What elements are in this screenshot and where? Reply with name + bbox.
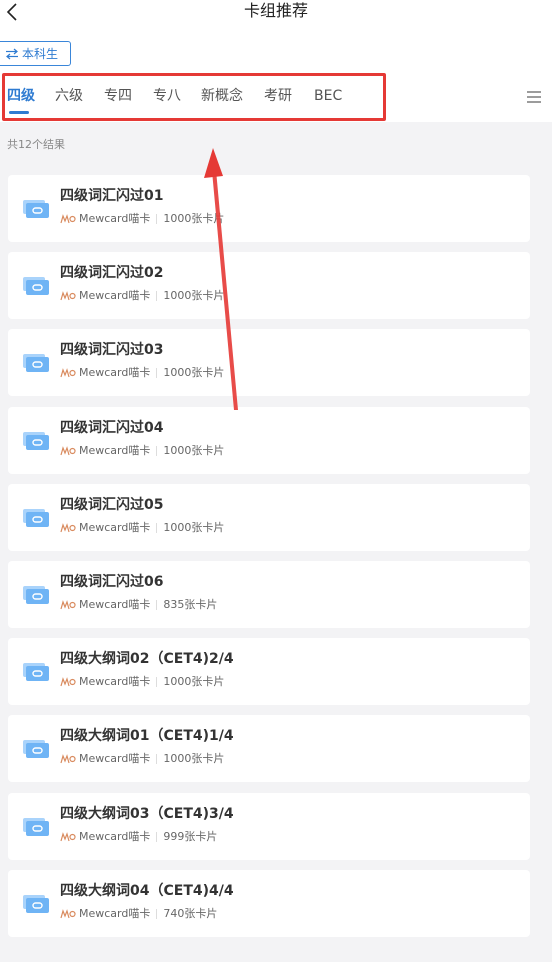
deck-meta: Mewcard喵卡 1000张卡片 bbox=[60, 521, 224, 535]
card-deck-icon bbox=[23, 354, 49, 372]
tab-new-concept[interactable]: 新概念 bbox=[201, 86, 243, 106]
deck-brand: Mewcard喵卡 bbox=[79, 830, 151, 843]
deck-meta: Mewcard喵卡 999张卡片 bbox=[60, 830, 217, 844]
deck-card-count: 1000张卡片 bbox=[163, 521, 225, 534]
deck-title: 四级大纲词03（CET4)3/4 bbox=[60, 806, 234, 822]
tab-tem4[interactable]: 专四 bbox=[104, 86, 132, 106]
page-title: 卡组推荐 bbox=[243, 1, 308, 20]
deck-card-count: 1000张卡片 bbox=[163, 289, 225, 302]
tab-tem8[interactable]: 专八 bbox=[153, 86, 181, 106]
deck-card[interactable]: 四级大纲词03（CET4)3/4 Mewcard喵卡 999张卡片 bbox=[8, 793, 530, 860]
deck-card[interactable]: 四级大纲词02（CET4)2/4 Mewcard喵卡 1000张卡片 bbox=[8, 638, 530, 705]
mewcard-logo bbox=[60, 677, 76, 687]
deck-card[interactable]: 四级词汇闪过03 Mewcard喵卡 1000张卡片 bbox=[8, 329, 530, 396]
deck-brand: Mewcard喵卡 bbox=[79, 752, 151, 765]
deck-card-count: 1000张卡片 bbox=[163, 675, 225, 688]
deck-title: 四级大纲词01（CET4)1/4 bbox=[60, 728, 234, 744]
deck-brand: Mewcard喵卡 bbox=[79, 366, 151, 379]
tab-postgrad[interactable]: 考研 bbox=[264, 86, 292, 106]
deck-brand: Mewcard喵卡 bbox=[79, 598, 151, 611]
switch-level-label: 本科生 bbox=[22, 47, 59, 61]
category-tabs: 四级 六级 专四 专八 新概念 考研 BEC bbox=[0, 74, 520, 120]
deck-card[interactable]: 四级词汇闪过05 Mewcard喵卡 1000张卡片 bbox=[8, 484, 530, 551]
deck-brand: Mewcard喵卡 bbox=[79, 444, 151, 457]
deck-meta: Mewcard喵卡 1000张卡片 bbox=[60, 289, 224, 303]
deck-card[interactable]: 四级词汇闪过02 Mewcard喵卡 1000张卡片 bbox=[8, 252, 530, 319]
mewcard-logo bbox=[60, 600, 76, 610]
deck-title: 四级词汇闪过01 bbox=[60, 188, 164, 204]
deck-meta: Mewcard喵卡 740张卡片 bbox=[60, 907, 217, 921]
deck-card-count: 740张卡片 bbox=[163, 907, 218, 920]
deck-brand: Mewcard喵卡 bbox=[79, 289, 151, 302]
deck-card-count: 1000张卡片 bbox=[163, 444, 225, 457]
meta-divider bbox=[156, 832, 158, 842]
meta-divider bbox=[156, 677, 158, 687]
meta-divider bbox=[156, 754, 158, 764]
tab-cet6[interactable]: 六级 bbox=[55, 86, 83, 106]
deck-meta: Mewcard喵卡 1000张卡片 bbox=[60, 444, 224, 458]
deck-brand: Mewcard喵卡 bbox=[79, 212, 151, 225]
tab-bec[interactable]: BEC bbox=[314, 86, 342, 106]
card-deck-icon bbox=[23, 586, 49, 604]
deck-title: 四级词汇闪过06 bbox=[60, 574, 164, 590]
deck-card-count: 1000张卡片 bbox=[163, 752, 225, 765]
mewcard-logo bbox=[60, 368, 76, 378]
deck-title: 四级词汇闪过05 bbox=[60, 497, 164, 513]
deck-card[interactable]: 四级词汇闪过06 Mewcard喵卡 835张卡片 bbox=[8, 561, 530, 628]
card-deck-icon bbox=[23, 200, 49, 218]
deck-title: 四级大纲词04（CET4)4/4 bbox=[60, 883, 234, 899]
mewcard-logo bbox=[60, 446, 76, 456]
deck-title: 四级词汇闪过02 bbox=[60, 265, 164, 281]
tabs-menu-button[interactable] bbox=[526, 89, 542, 103]
deck-meta: Mewcard喵卡 1000张卡片 bbox=[60, 675, 224, 689]
deck-meta: Mewcard喵卡 1000张卡片 bbox=[60, 366, 224, 380]
meta-divider bbox=[156, 909, 158, 919]
deck-title: 四级词汇闪过03 bbox=[60, 342, 164, 358]
deck-title: 四级词汇闪过04 bbox=[60, 420, 164, 436]
deck-card-count: 1000张卡片 bbox=[163, 366, 225, 379]
mewcard-logo bbox=[60, 214, 76, 224]
mewcard-logo bbox=[60, 291, 76, 301]
deck-card[interactable]: 四级词汇闪过01 Mewcard喵卡 1000张卡片 bbox=[8, 175, 530, 242]
result-count: 共12个结果 bbox=[7, 138, 65, 151]
hamburger-menu-icon bbox=[527, 91, 541, 103]
swap-arrows-icon bbox=[6, 48, 18, 59]
mewcard-logo bbox=[60, 754, 76, 764]
deck-card-count: 1000张卡片 bbox=[163, 212, 225, 225]
card-deck-icon bbox=[23, 432, 49, 450]
deck-title: 四级大纲词02（CET4)2/4 bbox=[60, 651, 234, 667]
card-deck-icon bbox=[23, 740, 49, 758]
mewcard-logo bbox=[60, 909, 76, 919]
deck-brand: Mewcard喵卡 bbox=[79, 521, 151, 534]
deck-brand: Mewcard喵卡 bbox=[79, 675, 151, 688]
deck-card[interactable]: 四级大纲词04（CET4)4/4 Mewcard喵卡 740张卡片 bbox=[8, 870, 530, 937]
deck-card-count: 999张卡片 bbox=[163, 830, 218, 843]
switch-level-button[interactable]: 本科生 bbox=[0, 41, 71, 66]
meta-divider bbox=[156, 600, 158, 610]
card-deck-icon bbox=[23, 277, 49, 295]
mewcard-logo bbox=[60, 523, 76, 533]
card-deck-icon bbox=[23, 509, 49, 527]
header: 卡组推荐 本科生 四级 六级 专四 专八 新概念 考研 BEC bbox=[0, 0, 552, 122]
card-deck-icon bbox=[23, 663, 49, 681]
meta-divider bbox=[156, 368, 158, 378]
deck-card-count: 835张卡片 bbox=[163, 598, 218, 611]
deck-meta: Mewcard喵卡 835张卡片 bbox=[60, 598, 217, 612]
deck-card[interactable]: 四级词汇闪过04 Mewcard喵卡 1000张卡片 bbox=[8, 407, 530, 474]
card-deck-icon bbox=[23, 818, 49, 836]
meta-divider bbox=[156, 523, 158, 533]
deck-meta: Mewcard喵卡 1000张卡片 bbox=[60, 212, 224, 226]
deck-meta: Mewcard喵卡 1000张卡片 bbox=[60, 752, 224, 766]
meta-divider bbox=[156, 291, 158, 301]
meta-divider bbox=[156, 446, 158, 456]
mewcard-logo bbox=[60, 832, 76, 842]
deck-card[interactable]: 四级大纲词01（CET4)1/4 Mewcard喵卡 1000张卡片 bbox=[8, 715, 530, 782]
meta-divider bbox=[156, 214, 158, 224]
card-deck-icon bbox=[23, 895, 49, 913]
deck-brand: Mewcard喵卡 bbox=[79, 907, 151, 920]
tab-cet4[interactable]: 四级 bbox=[7, 86, 35, 106]
active-tab-indicator bbox=[9, 111, 29, 114]
